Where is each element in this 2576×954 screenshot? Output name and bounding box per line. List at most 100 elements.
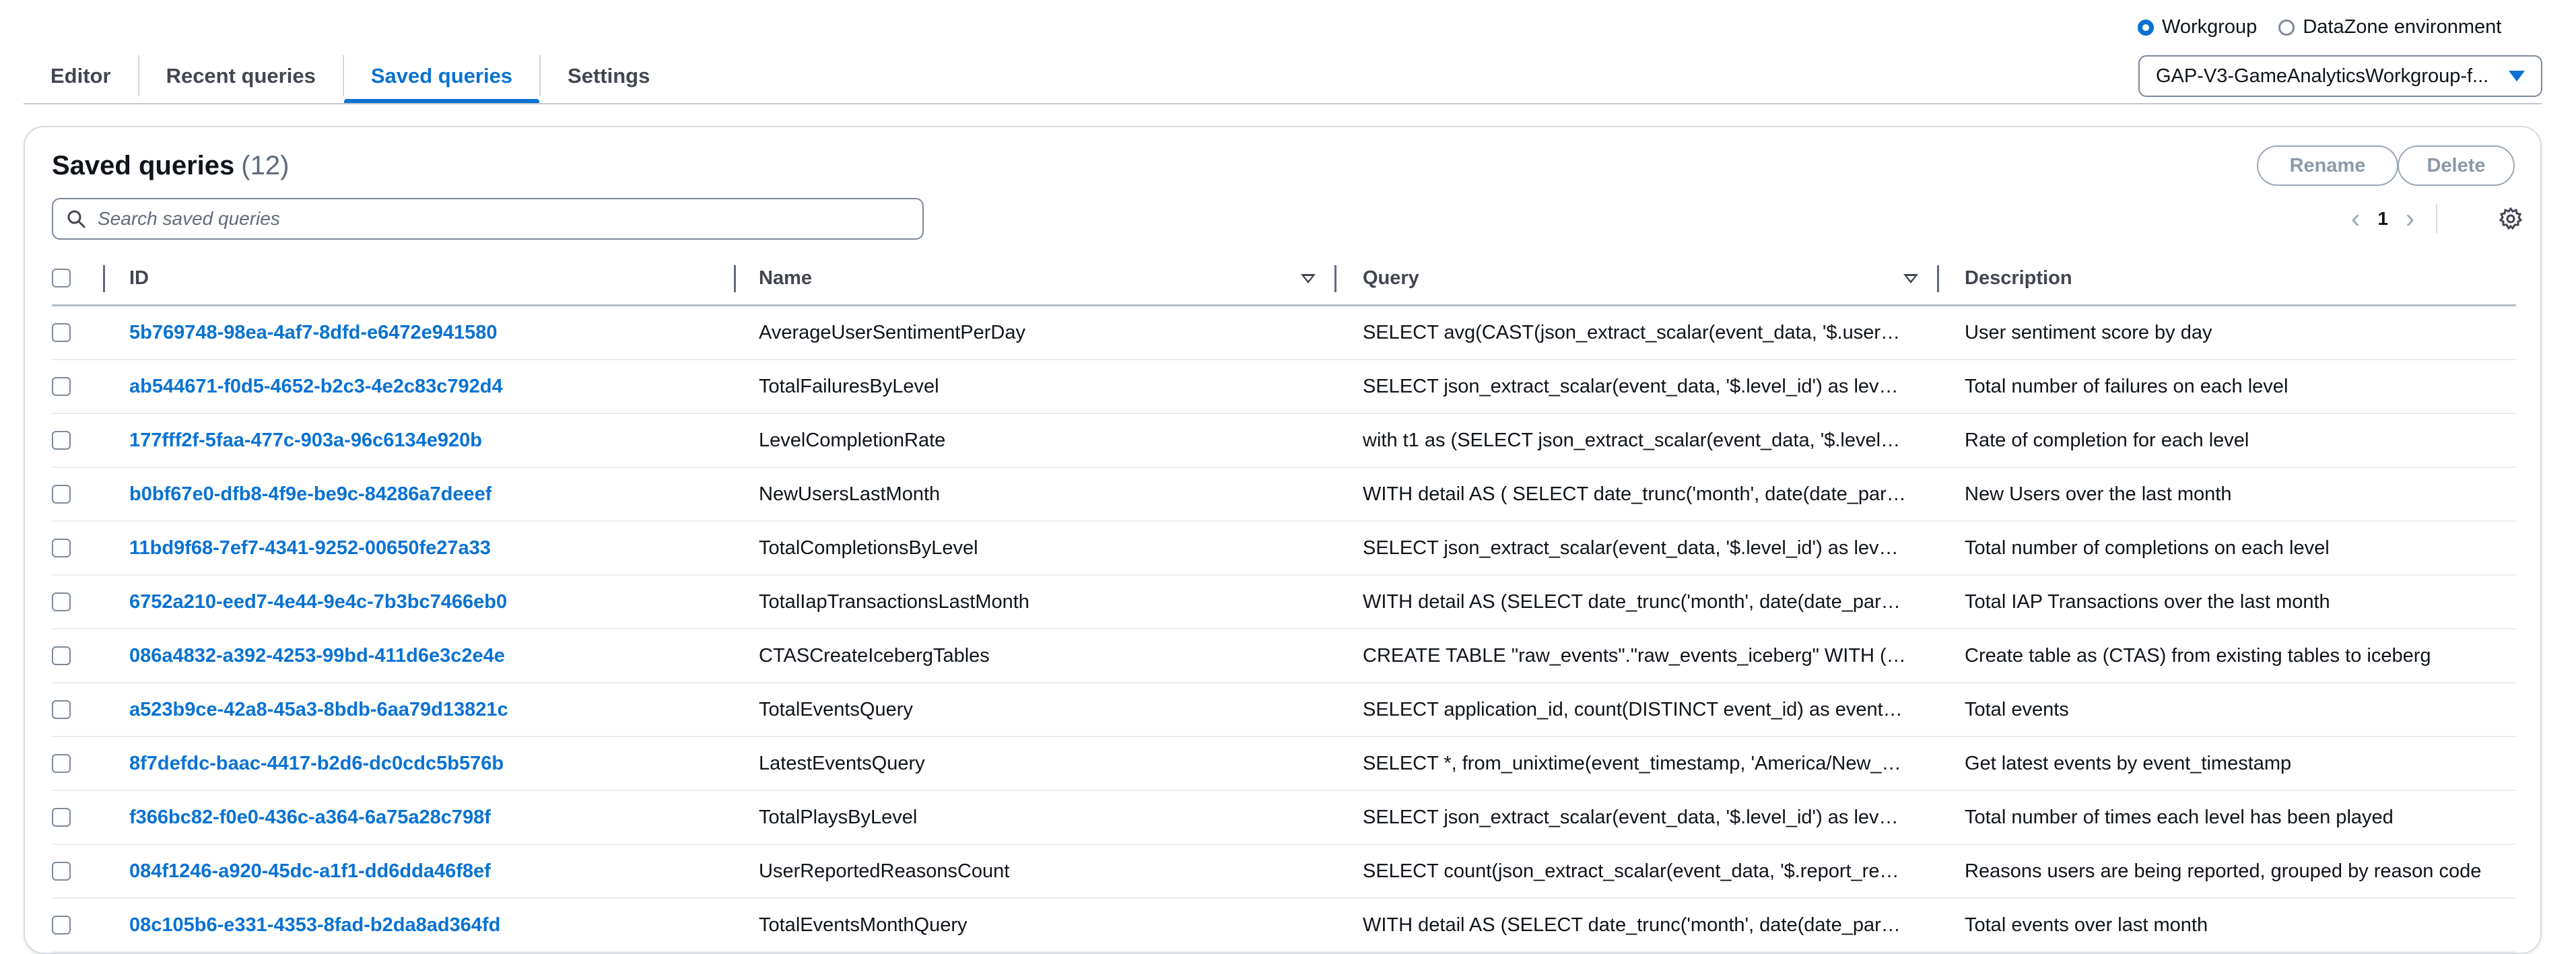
column-resizer[interactable] xyxy=(1937,265,1939,292)
row-checkbox[interactable] xyxy=(52,431,71,450)
panel-title-text: Saved queries xyxy=(52,151,235,180)
query-id-cell: 08c105b6-e331-4353-8fad-b2da8ad364fd xyxy=(129,899,500,951)
select-all-checkbox[interactable] xyxy=(52,269,71,287)
column-resizer[interactable] xyxy=(734,265,736,292)
datazone-radio[interactable] xyxy=(2278,19,2295,36)
workgroup-radio-option[interactable]: Workgroup xyxy=(2138,16,2257,38)
query-id-cell: 086a4832-a392-4253-99bd-411d6e3c2e4e xyxy=(129,629,505,682)
tab-saved-queries[interactable]: Saved queries xyxy=(343,47,540,104)
table-row[interactable]: 5b769748-98ea-4af7-8dfd-e6472e941580 Aver… xyxy=(52,306,2516,360)
query-name-cell: AverageUserSentimentPerDay xyxy=(759,321,1025,343)
row-checkbox[interactable] xyxy=(52,916,71,934)
query-description-cell: New Users over the last month xyxy=(1965,483,2232,505)
query-id-cell: 084f1246-a920-45dc-a1f1-dd6dda46f8ef xyxy=(129,845,491,897)
query-text-cell: SELECT *, from_unixtime(event_timestamp,… xyxy=(1363,737,1908,790)
row-checkbox[interactable] xyxy=(52,862,71,881)
workgroup-select[interactable]: GAP-V3-GameAnalyticsWorkgroup-f... xyxy=(2138,55,2542,97)
query-text-cell: with t1 as (SELECT json_extract_scalar(e… xyxy=(1363,414,1908,467)
search-box[interactable] xyxy=(52,198,924,240)
sort-icon[interactable] xyxy=(1301,274,1316,283)
page-number[interactable]: 1 xyxy=(2377,208,2388,230)
query-id-link[interactable]: b0bf67e0-dfb8-4f9e-be9c-84286a7deeef xyxy=(129,483,492,506)
workgroup-radio-label: Workgroup xyxy=(2162,16,2258,38)
query-id-link[interactable]: 11bd9f68-7ef7-4341-9252-00650fe27a33 xyxy=(129,537,491,559)
query-text: CREATE TABLE "raw_events"."raw_events_ic… xyxy=(1363,644,1908,667)
search-icon xyxy=(67,210,86,228)
query-description-cell: Total events xyxy=(1965,698,2069,720)
query-id-link[interactable]: 177fff2f-5faa-477c-903a-96c6134e920b xyxy=(129,430,482,452)
column-header-name[interactable]: Name xyxy=(759,252,812,304)
table-row[interactable]: 6752a210-eed7-4e44-9e4c-7b3bc7466eb0 Tota… xyxy=(52,576,2516,629)
table-row[interactable]: 11bd9f68-7ef7-4341-9252-00650fe27a33 Tota… xyxy=(52,522,2516,576)
gear-icon[interactable] xyxy=(2499,207,2523,231)
column-header-query[interactable]: Query xyxy=(1363,252,1419,304)
workgroup-radio[interactable] xyxy=(2138,19,2154,36)
datazone-radio-option[interactable]: DataZone environment xyxy=(2278,16,2501,38)
row-checkbox[interactable] xyxy=(52,808,71,827)
query-text: SELECT *, from_unixtime(event_timestamp,… xyxy=(1363,752,1908,774)
table-row[interactable]: 177fff2f-5faa-477c-903a-96c6134e920b Leve… xyxy=(52,414,2516,468)
environment-radio-group: Workgroup DataZone environment xyxy=(2138,16,2501,38)
query-name-cell: LatestEventsQuery xyxy=(759,752,925,774)
row-checkbox[interactable] xyxy=(52,539,71,557)
table-row[interactable]: a523b9ce-42a8-45a3-8bdb-6aa79d13821c Tota… xyxy=(52,683,2516,737)
query-text: SELECT avg(CAST(json_extract_scalar(even… xyxy=(1363,321,1908,343)
query-id-link[interactable]: a523b9ce-42a8-45a3-8bdb-6aa79d13821c xyxy=(129,699,508,721)
query-description-cell: Total number of times each level has bee… xyxy=(1965,806,2394,828)
tab-recent-queries[interactable]: Recent queries xyxy=(139,47,343,104)
query-id-cell: f366bc82-f0e0-436c-a364-6a75a28c798f xyxy=(129,791,491,844)
tab-settings[interactable]: Settings xyxy=(541,47,677,104)
row-checkbox[interactable] xyxy=(52,485,71,504)
row-checkbox[interactable] xyxy=(52,323,71,342)
query-id-link[interactable]: 086a4832-a392-4253-99bd-411d6e3c2e4e xyxy=(129,645,505,667)
row-checkbox[interactable] xyxy=(52,377,71,396)
query-id-link[interactable]: 5b769748-98ea-4af7-8dfd-e6472e941580 xyxy=(129,322,498,344)
table-row[interactable]: 08c105b6-e331-4353-8fad-b2da8ad364fd Tota… xyxy=(52,899,2516,953)
query-id-link[interactable]: ab544671-f0d5-4652-b2c3-4e2c83c792d4 xyxy=(129,376,503,398)
query-description-cell: Total IAP Transactions over the last mon… xyxy=(1965,590,2330,613)
query-text-cell: SELECT json_extract_scalar(event_data, '… xyxy=(1363,360,1908,413)
table-header: ID Name Query Description xyxy=(52,252,2516,306)
column-header-id[interactable]: ID xyxy=(129,252,149,304)
row-checkbox[interactable] xyxy=(52,754,71,773)
column-resizer[interactable] xyxy=(1334,265,1336,292)
delete-button[interactable]: Delete xyxy=(2398,145,2515,186)
tab-editor[interactable]: Editor xyxy=(24,47,138,104)
query-description-cell: Reasons users are being reported, groupe… xyxy=(1965,860,2482,882)
table-row[interactable]: f366bc82-f0e0-436c-a364-6a75a28c798f Tota… xyxy=(52,791,2516,845)
query-name-cell: TotalEventsMonthQuery xyxy=(759,914,968,936)
query-id-link[interactable]: 6752a210-eed7-4e44-9e4c-7b3bc7466eb0 xyxy=(129,591,507,613)
query-name-cell: TotalCompletionsByLevel xyxy=(759,537,978,559)
query-text-cell: SELECT json_extract_scalar(event_data, '… xyxy=(1363,522,1908,574)
sort-icon[interactable] xyxy=(1903,274,1918,283)
query-description-cell: Rate of completion for each level xyxy=(1965,429,2249,451)
query-id-link[interactable]: 084f1246-a920-45dc-a1f1-dd6dda46f8ef xyxy=(129,860,491,883)
query-id-cell: 11bd9f68-7ef7-4341-9252-00650fe27a33 xyxy=(129,522,491,574)
query-name-cell: TotalFailuresByLevel xyxy=(759,375,939,397)
row-checkbox[interactable] xyxy=(52,700,71,719)
query-id-link[interactable]: 8f7defdc-baac-4417-b2d6-dc0cdc5b576b xyxy=(129,753,504,775)
query-description-cell: Create table as (CTAS) from existing tab… xyxy=(1965,644,2431,667)
row-checkbox[interactable] xyxy=(52,646,71,665)
table-row[interactable]: 084f1246-a920-45dc-a1f1-dd6dda46f8ef User… xyxy=(52,845,2516,899)
table-row[interactable]: 8f7defdc-baac-4417-b2d6-dc0cdc5b576b Late… xyxy=(52,737,2516,791)
query-text: SELECT count(json_extract_scalar(event_d… xyxy=(1363,860,1908,882)
query-id-link[interactable]: f366bc82-f0e0-436c-a364-6a75a28c798f xyxy=(129,807,491,829)
pagination-divider xyxy=(2436,204,2438,234)
column-header-description[interactable]: Description xyxy=(1965,252,2072,304)
rename-button[interactable]: Rename xyxy=(2257,145,2398,186)
search-input[interactable] xyxy=(96,207,909,230)
table-row[interactable]: b0bf67e0-dfb8-4f9e-be9c-84286a7deeef NewU… xyxy=(52,468,2516,522)
query-text: SELECT json_extract_scalar(event_data, '… xyxy=(1363,806,1908,828)
query-id-link[interactable]: 08c105b6-e331-4353-8fad-b2da8ad364fd xyxy=(129,914,500,936)
query-id-cell: a523b9ce-42a8-45a3-8bdb-6aa79d13821c xyxy=(129,683,508,736)
chevron-right-icon[interactable]: › xyxy=(2406,205,2414,232)
chevron-left-icon[interactable]: ‹ xyxy=(2351,205,2360,232)
query-description-cell: Total number of failures on each level xyxy=(1965,375,2289,397)
table-row[interactable]: 086a4832-a392-4253-99bd-411d6e3c2e4e CTAS… xyxy=(52,629,2516,683)
row-checkbox[interactable] xyxy=(52,592,71,611)
query-text: WITH detail AS ( SELECT date_trunc('mont… xyxy=(1363,483,1908,505)
query-text: WITH detail AS (SELECT date_trunc('month… xyxy=(1363,590,1908,613)
table-row[interactable]: ab544671-f0d5-4652-b2c3-4e2c83c792d4 Tota… xyxy=(52,360,2516,414)
top-bar: Editor Recent queries Saved queries Sett… xyxy=(0,0,2576,108)
